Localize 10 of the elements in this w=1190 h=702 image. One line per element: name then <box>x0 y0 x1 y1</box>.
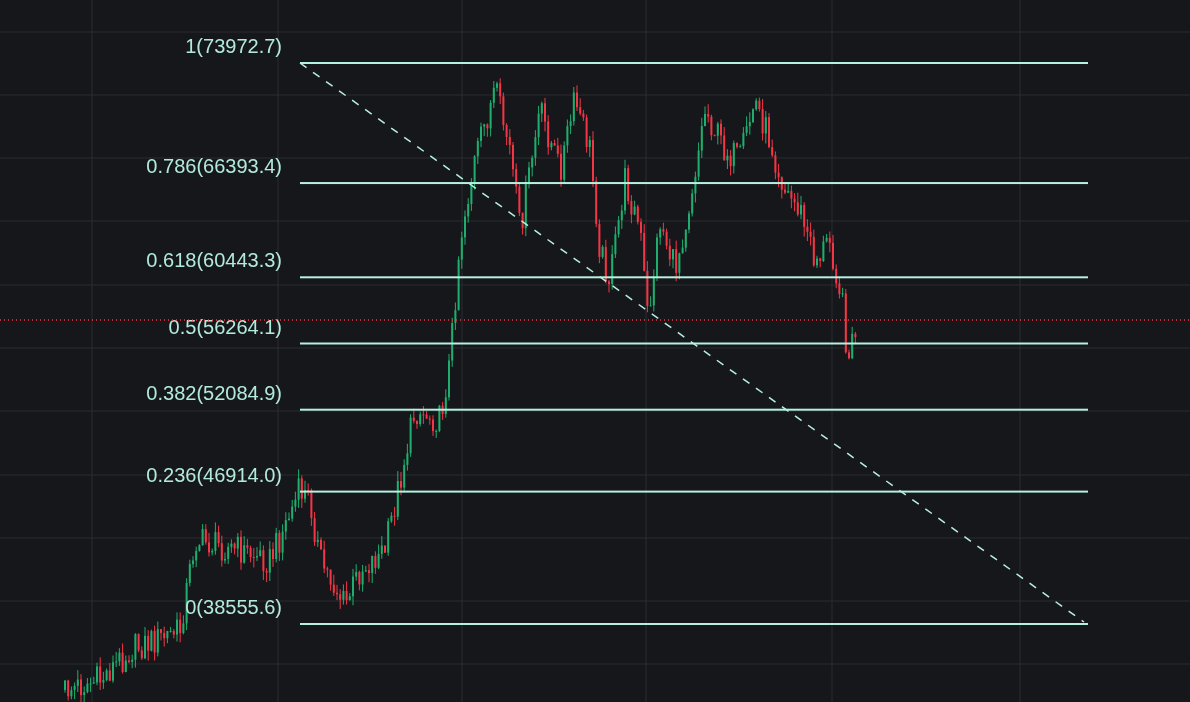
fib-level-label: 0.382(52084.9) <box>146 381 282 404</box>
trend-line[interactable] <box>299 62 1085 623</box>
fib-level-label: 0.786(66393.4) <box>146 155 282 178</box>
fib-level-label: 0.618(60443.3) <box>146 249 282 272</box>
fib-level-line[interactable] <box>300 276 1088 279</box>
fib-level-label: 0.236(46914.0) <box>146 463 282 486</box>
fib-level-line[interactable] <box>300 182 1088 185</box>
fib-level-label: 1(73972.7) <box>185 35 282 57</box>
fib-level-label: 0.5(56264.1) <box>168 315 282 338</box>
fib-level-line[interactable] <box>300 408 1088 411</box>
